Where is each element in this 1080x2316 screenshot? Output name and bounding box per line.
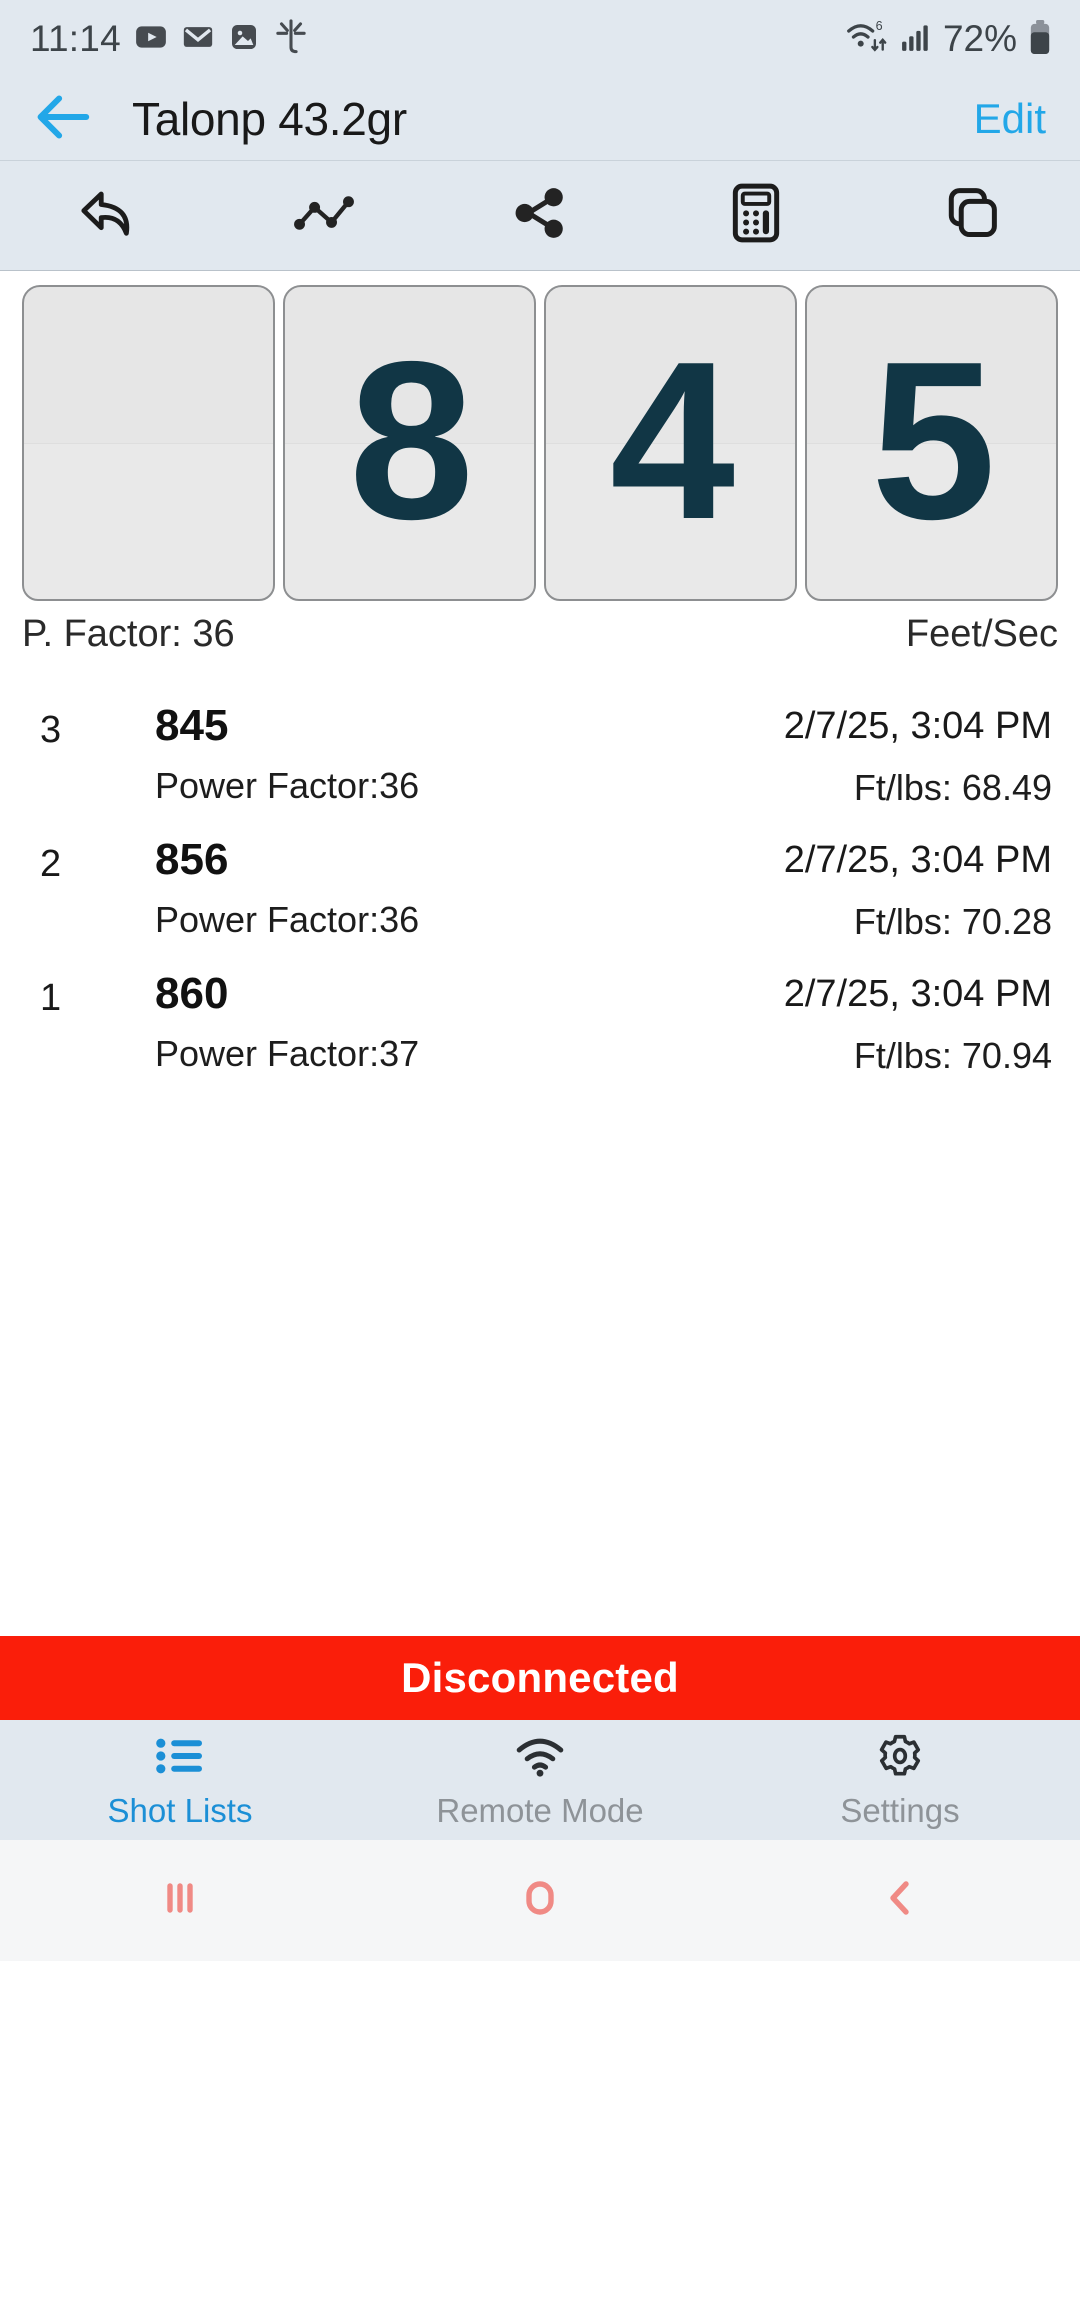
youtube-icon	[134, 20, 168, 59]
status-bar-right: 6 72%	[845, 18, 1052, 61]
shot-power-factor: Power Factor:36	[155, 899, 420, 940]
chart-button[interactable]	[216, 161, 432, 270]
shot-energy: Ft/lbs: 70.94	[853, 1035, 1052, 1076]
shot-list-row[interactable]: 2 856 Power Factor:36 2/7/25, 3:04 PM Ft…	[0, 823, 1080, 957]
shot-speed: 860	[155, 969, 229, 1018]
shot-energy: Ft/lbs: 68.49	[853, 767, 1052, 808]
speed-digit-card: 5	[805, 285, 1058, 601]
speed-digit-glyph: 8	[348, 313, 474, 566]
shot-timestamp: 2/7/25, 3:04 PM	[783, 839, 1052, 881]
back-button[interactable]	[34, 91, 100, 148]
units-label: Feet/Sec	[905, 612, 1058, 655]
shot-energy: Ft/lbs: 70.28	[853, 901, 1052, 942]
connection-status-text: Disconnected	[401, 1654, 679, 1701]
spark-app-icon	[273, 18, 309, 61]
speed-digit-card: 8	[283, 285, 536, 601]
tab-remote-mode[interactable]: Remote Mode	[360, 1720, 720, 1840]
tab-settings[interactable]: Settings	[720, 1720, 1080, 1840]
email-icon	[181, 20, 215, 59]
wifi-6-icon: 6	[845, 18, 889, 61]
tab-shot-lists[interactable]: Shot Lists	[0, 1720, 360, 1840]
undo-reply-arrow-icon	[77, 184, 139, 247]
tab-label-remote-mode: Remote Mode	[436, 1792, 644, 1829]
speed-digit-glyph: 5	[870, 313, 996, 566]
shot-index: 2	[40, 843, 62, 885]
shot-index: 3	[40, 709, 62, 751]
recents-button[interactable]	[0, 1874, 360, 1927]
back-chevron-icon	[876, 1874, 924, 1927]
connection-status-banner[interactable]: Disconnected	[0, 1636, 1080, 1720]
speed-digit-glyph: 4	[609, 313, 735, 566]
wifi-icon	[514, 1734, 566, 1783]
share-icon	[511, 184, 569, 247]
battery-percent-label: 72%	[942, 18, 1017, 59]
android-back-button[interactable]	[720, 1874, 1080, 1927]
copy-duplicate-icon	[943, 184, 1001, 247]
shot-power-factor: Power Factor:36	[155, 765, 420, 806]
cellular-signal-icon	[900, 20, 932, 59]
home-button[interactable]	[360, 1874, 720, 1927]
shot-list-row[interactable]: 3 845 Power Factor:36 2/7/25, 3:04 PM Ft…	[0, 689, 1080, 823]
shot-speed: 845	[155, 701, 229, 750]
action-toolbar	[0, 161, 1080, 271]
shot-timestamp: 2/7/25, 3:04 PM	[783, 973, 1052, 1015]
app-header-bar: Talonp 43.2gr Edit	[0, 78, 1080, 161]
android-navigation-bar	[0, 1840, 1080, 1961]
home-circle-icon	[516, 1874, 564, 1927]
tab-label-settings: Settings	[840, 1792, 960, 1829]
duplicate-button[interactable]	[864, 161, 1080, 270]
list-empty-space	[0, 1091, 1080, 1636]
shot-power-factor: Power Factor:37	[155, 1033, 420, 1074]
gallery-image-icon	[228, 21, 260, 58]
speed-digit-display: 8 4 5	[0, 271, 1080, 601]
speed-digit-card: 4	[544, 285, 797, 601]
shot-speed: 856	[155, 835, 229, 884]
shot-list: 3 845 Power Factor:36 2/7/25, 3:04 PM Ft…	[0, 667, 1080, 1091]
undo-button[interactable]	[0, 161, 216, 270]
share-button[interactable]	[432, 161, 648, 270]
gear-icon	[875, 1734, 925, 1783]
shot-timestamp: 2/7/25, 3:04 PM	[783, 705, 1052, 747]
bottom-tab-bar: Shot Lists Remote Mode Settings	[0, 1720, 1080, 1840]
line-chart-icon	[292, 189, 356, 242]
recents-icon	[156, 1874, 204, 1927]
back-arrow-icon	[34, 91, 92, 148]
app-screen: 11:14 6 72% Talonp 43.2gr Edit 8 4 5 P. …	[0, 0, 1080, 2316]
list-icon	[154, 1734, 206, 1783]
shot-list-row[interactable]: 1 860 Power Factor:37 2/7/25, 3:04 PM Ft…	[0, 957, 1080, 1091]
power-factor-label: P. Factor: 36	[22, 612, 235, 655]
system-status-bar: 11:14 6 72%	[0, 0, 1080, 78]
display-units-row: P. Factor: 36 Feet/Sec	[0, 601, 1080, 667]
tab-label-shot-lists: Shot Lists	[107, 1792, 253, 1829]
edit-button[interactable]: Edit	[960, 95, 1046, 143]
battery-icon	[1028, 19, 1052, 60]
svg-text:6: 6	[876, 19, 883, 33]
status-bar-clock: 11:14	[30, 18, 121, 59]
page-title: Talonp 43.2gr	[132, 93, 407, 145]
speed-digit-card	[22, 285, 275, 601]
calculator-icon	[731, 182, 781, 249]
shot-index: 1	[40, 977, 62, 1019]
calculator-button[interactable]	[648, 161, 864, 270]
status-bar-left: 11:14	[30, 18, 309, 61]
